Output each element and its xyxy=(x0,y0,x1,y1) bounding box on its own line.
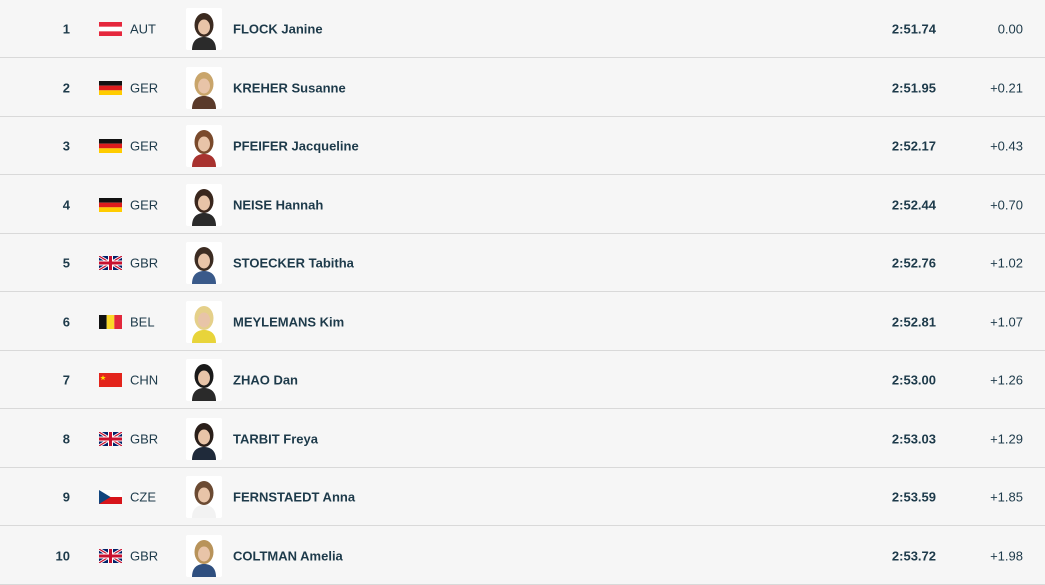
result-row[interactable]: 6 BEL MEYLEMANS Kim 2:52.81 +1.07 xyxy=(0,293,1045,351)
noc-code: GER xyxy=(130,197,159,212)
china-flag-icon xyxy=(99,372,122,387)
time-behind: +1.26 xyxy=(990,372,1023,387)
rank: 7 xyxy=(62,372,70,387)
result-row[interactable]: 7 CHN ZHAO Dan 2:53.00 +1.26 xyxy=(0,351,1045,409)
austria-flag-icon xyxy=(99,21,122,36)
result-row[interactable]: 8 GBR TARBIT Freya 2:53.03 +1.29 xyxy=(0,410,1045,468)
noc-code: GBR xyxy=(130,548,159,563)
noc-code: BEL xyxy=(130,314,155,329)
athlete-photo xyxy=(186,534,222,577)
athlete-name[interactable]: FERNSTAEDT Anna xyxy=(233,489,355,504)
athlete-photo xyxy=(186,241,222,284)
result-time: 2:53.72 xyxy=(891,548,936,563)
noc-code: CHN xyxy=(130,372,159,387)
athlete-photo xyxy=(186,124,222,167)
noc-code: GBR xyxy=(130,255,159,270)
result-row[interactable]: 5 GBR STOECKER Tabitha 2:52.76 +1.02 xyxy=(0,234,1045,292)
rank: 3 xyxy=(62,138,70,153)
germany-flag-icon xyxy=(99,138,122,153)
result-time: 2:53.00 xyxy=(891,372,936,387)
results-table: 1 AUT FLOCK Janine 2:51.74 0.00 2 GER KR… xyxy=(0,0,1045,585)
time-behind: 0.00 xyxy=(997,21,1023,36)
result-time: 2:51.95 xyxy=(891,80,936,95)
result-row[interactable]: 3 GER PFEIFER Jacqueline 2:52.17 +0.43 xyxy=(0,117,1045,175)
belgium-flag-icon xyxy=(99,314,122,329)
athlete-photo xyxy=(186,475,222,518)
rank: 5 xyxy=(62,255,70,270)
time-behind: +0.43 xyxy=(990,138,1023,153)
athlete-name[interactable]: ZHAO Dan xyxy=(233,372,298,387)
rank: 6 xyxy=(62,314,70,329)
result-time: 2:53.59 xyxy=(891,489,936,504)
uk-flag-icon xyxy=(98,547,123,564)
result-row[interactable]: 10 GBR COLTMAN Amelia 2:53.72 +1.98 xyxy=(0,527,1045,585)
rank: 4 xyxy=(62,197,70,212)
rank: 9 xyxy=(62,489,70,504)
athlete-name[interactable]: NEISE Hannah xyxy=(233,197,323,212)
athlete-name[interactable]: PFEIFER Jacqueline xyxy=(233,138,359,153)
result-time: 2:52.81 xyxy=(891,314,936,329)
germany-flag-icon xyxy=(99,80,122,95)
rank: 1 xyxy=(62,21,70,36)
athlete-photo xyxy=(186,300,222,343)
noc-code: GER xyxy=(130,80,159,95)
rank: 2 xyxy=(62,80,70,95)
athlete-name[interactable]: KREHER Susanne xyxy=(233,80,346,95)
result-row[interactable]: 4 GER NEISE Hannah 2:52.44 +0.70 xyxy=(0,176,1045,234)
czech-flag-icon xyxy=(99,489,122,504)
result-time: 2:52.76 xyxy=(891,255,936,270)
germany-flag-icon xyxy=(99,197,122,212)
noc-code: AUT xyxy=(130,21,156,36)
result-row[interactable]: 2 GER KREHER Susanne 2:51.95 +0.21 xyxy=(0,59,1045,117)
result-time: 2:52.17 xyxy=(891,138,936,153)
athlete-name[interactable]: COLTMAN Amelia xyxy=(233,548,343,563)
time-behind: +0.21 xyxy=(990,80,1023,95)
athlete-name[interactable]: TARBIT Freya xyxy=(233,431,318,446)
rank: 10 xyxy=(55,548,70,563)
time-behind: +1.07 xyxy=(990,314,1023,329)
athlete-photo xyxy=(186,183,222,226)
noc-code: CZE xyxy=(130,489,156,504)
athlete-name[interactable]: MEYLEMANS Kim xyxy=(233,314,344,329)
time-behind: +1.85 xyxy=(990,489,1023,504)
time-behind: +1.98 xyxy=(990,548,1023,563)
time-behind: +1.02 xyxy=(990,255,1023,270)
time-behind: +1.29 xyxy=(990,431,1023,446)
noc-code: GER xyxy=(130,138,159,153)
result-time: 2:51.74 xyxy=(891,21,936,36)
athlete-photo xyxy=(186,358,222,401)
rank: 8 xyxy=(62,431,70,446)
result-time: 2:52.44 xyxy=(891,197,936,212)
uk-flag-icon xyxy=(98,430,123,447)
uk-flag-icon xyxy=(98,254,123,271)
result-row[interactable]: 1 AUT FLOCK Janine 2:51.74 0.00 xyxy=(0,0,1045,58)
athlete-name[interactable]: FLOCK Janine xyxy=(233,21,323,36)
result-row[interactable]: 9 CZE FERNSTAEDT Anna 2:53.59 +1.85 xyxy=(0,468,1045,526)
result-time: 2:53.03 xyxy=(891,431,936,446)
athlete-photo xyxy=(186,417,222,460)
noc-code: GBR xyxy=(130,431,159,446)
athlete-photo xyxy=(186,66,222,109)
time-behind: +0.70 xyxy=(990,197,1023,212)
athlete-name[interactable]: STOECKER Tabitha xyxy=(233,255,354,270)
athlete-photo xyxy=(186,7,222,50)
